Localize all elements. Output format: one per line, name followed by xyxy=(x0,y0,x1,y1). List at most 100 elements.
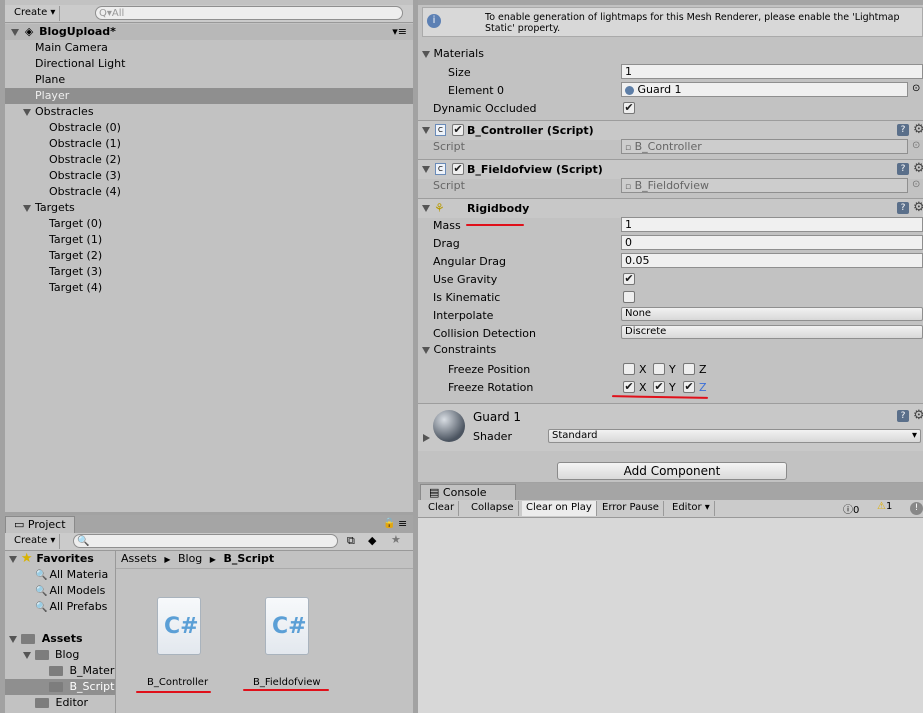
hierarchy-search-input[interactable]: Q▾All xyxy=(95,6,403,20)
console-error-pause-button[interactable]: Error Pause xyxy=(598,501,664,516)
element-0-field[interactable]: Guard 1 xyxy=(621,82,908,97)
is-kinematic-checkbox[interactable] xyxy=(623,291,635,303)
materials-foldout[interactable]: Materials xyxy=(422,46,484,62)
hierarchy-item[interactable]: Obstracle (0) xyxy=(5,120,413,136)
favorite-item[interactable]: 🔍 All Models xyxy=(35,583,105,599)
hierarchy-item[interactable]: Target (3) xyxy=(5,264,413,280)
freeze-position-x-checkbox[interactable] xyxy=(623,363,635,375)
tree-item-blog[interactable]: Blog xyxy=(23,647,79,663)
folder-icon xyxy=(49,666,63,676)
tree-item-b-script[interactable]: B_Script xyxy=(5,679,115,695)
info-filter-toggle[interactable]: ⓘ0 xyxy=(843,501,859,516)
hierarchy-item[interactable]: Obstracles xyxy=(5,104,413,120)
console-collapse-button[interactable]: Collapse xyxy=(467,501,519,516)
breadcrumb-assets[interactable]: Assets xyxy=(121,552,157,565)
help-icon[interactable]: ? xyxy=(897,202,909,214)
hierarchy-item[interactable]: Directional Light xyxy=(5,56,413,72)
breadcrumb-b-script[interactable]: B_Script xyxy=(223,552,274,565)
breadcrumb-blog[interactable]: Blog xyxy=(178,552,202,565)
tab-project[interactable]: ▭ Project xyxy=(5,516,75,533)
mass-field[interactable]: 1 xyxy=(621,217,923,232)
interpolate-dropdown[interactable]: None xyxy=(621,307,923,321)
hierarchy-item[interactable]: Obstracle (2) xyxy=(5,152,413,168)
breadcrumb: Assets ▶ Blog ▶ B_Script xyxy=(121,551,274,567)
freeze-position-z-label: Z xyxy=(699,363,707,376)
warning-filter-toggle[interactable]: ⚠1 xyxy=(877,501,892,512)
file-b-controller[interactable]: C# B_Controller xyxy=(145,597,215,688)
chevron-down-icon[interactable] xyxy=(23,108,31,116)
tree-item-b-materials[interactable]: B_Mater xyxy=(49,663,114,679)
panel-menu-icon[interactable]: ≡ xyxy=(398,517,407,530)
hierarchy-item[interactable]: Player xyxy=(5,88,413,104)
help-icon[interactable]: ? xyxy=(897,124,909,136)
use-gravity-checkbox[interactable]: ✔ xyxy=(623,273,635,285)
console-icon: ▤ xyxy=(429,486,440,499)
gear-icon[interactable]: ⚙ xyxy=(913,161,923,176)
gear-icon[interactable]: ⚙ xyxy=(913,200,923,215)
favorite-item[interactable]: 🔍 All Materia xyxy=(35,567,108,583)
constraints-foldout[interactable]: Constraints xyxy=(422,342,496,358)
console-log-area[interactable] xyxy=(418,518,923,713)
chevron-down-icon xyxy=(422,127,430,134)
b-fieldofview-enabled-checkbox[interactable]: ✔ xyxy=(452,163,464,175)
menu-icon[interactable]: ▾≡ xyxy=(392,24,407,40)
chevron-down-icon xyxy=(9,635,17,643)
favorites-item[interactable]: ★ Favorites xyxy=(9,551,94,567)
gear-icon[interactable]: ⚙ xyxy=(913,122,923,137)
lock-icon[interactable]: 🔒 xyxy=(383,518,395,529)
angular-drag-field[interactable]: 0.05 xyxy=(621,253,923,268)
scene-root[interactable]: ◈ BlogUpload* ▾≡ xyxy=(5,24,413,40)
freeze-rotation-x-checkbox[interactable]: ✔ xyxy=(623,381,635,393)
drag-field[interactable]: 0 xyxy=(621,235,923,250)
object-picker-icon[interactable]: ⊙ xyxy=(912,83,920,94)
breadcrumb-separator-icon: ▶ xyxy=(164,555,171,564)
hierarchy-item[interactable]: Target (0) xyxy=(5,216,413,232)
hierarchy-item[interactable]: Obstracle (4) xyxy=(5,184,413,200)
error-filter-toggle[interactable]: ! xyxy=(910,500,923,515)
hierarchy-item[interactable]: Targets xyxy=(5,200,413,216)
gear-icon[interactable]: ⚙ xyxy=(913,408,923,423)
hierarchy-item[interactable]: Target (1) xyxy=(5,232,413,248)
help-icon[interactable]: ? xyxy=(897,163,909,175)
collision-detection-dropdown[interactable]: Discrete xyxy=(621,325,923,339)
project-divider[interactable] xyxy=(115,551,116,713)
help-icon[interactable]: ? xyxy=(897,410,909,422)
freeze-rotation-z-checkbox[interactable]: ✔ xyxy=(683,381,695,393)
hierarchy-item[interactable]: Plane xyxy=(5,72,413,88)
hierarchy-item[interactable]: Target (2) xyxy=(5,248,413,264)
hierarchy-item[interactable]: Main Camera xyxy=(5,40,413,56)
chevron-down-icon[interactable] xyxy=(23,204,31,212)
console-clear-on-play-button[interactable]: Clear on Play xyxy=(522,501,597,516)
rigidbody-header[interactable]: ⚘ Rigidbody ? ⚙ xyxy=(418,198,923,218)
file-b-fieldofview[interactable]: C# B_Fieldofview xyxy=(253,597,333,688)
hierarchy-create-button[interactable]: Create ▾ xyxy=(10,6,61,21)
filter-type-icon[interactable]: ⧉ xyxy=(347,534,355,548)
filter-label-icon[interactable]: ◆ xyxy=(368,534,376,547)
chevron-right-icon[interactable] xyxy=(423,434,430,442)
tab-console[interactable]: ▤ Console xyxy=(420,484,516,501)
shader-dropdown[interactable]: Standard ▾ xyxy=(548,429,921,443)
project-search-input[interactable]: 🔍 xyxy=(73,534,338,548)
dynamic-occluded-checkbox[interactable]: ✔ xyxy=(623,102,635,114)
console-editor-dropdown[interactable]: Editor ▾ xyxy=(668,501,715,516)
script-file-icon: ▫ xyxy=(625,143,632,153)
tree-item-editor[interactable]: Editor xyxy=(35,695,88,711)
b-controller-header[interactable]: C ✔ B_Controller (Script) ? ⚙ xyxy=(418,120,923,140)
freeze-position-y-checkbox[interactable] xyxy=(653,363,665,375)
b-controller-enabled-checkbox[interactable]: ✔ xyxy=(452,124,464,136)
project-create-button[interactable]: Create ▾ xyxy=(10,534,61,549)
folder-icon: ▭ xyxy=(14,518,25,531)
freeze-rotation-y-checkbox[interactable]: ✔ xyxy=(653,381,665,393)
assets-item[interactable]: Assets xyxy=(9,631,83,647)
freeze-position-z-checkbox[interactable] xyxy=(683,363,695,375)
add-component-button[interactable]: Add Component xyxy=(557,462,787,480)
favorite-star-icon[interactable]: ★ xyxy=(391,533,401,546)
b-fieldofview-header[interactable]: C ✔ B_Fieldofview (Script) ? ⚙ xyxy=(418,159,923,179)
hierarchy-item[interactable]: Obstracle (1) xyxy=(5,136,413,152)
hierarchy-item[interactable]: Target (4) xyxy=(5,280,413,296)
favorite-item[interactable]: 🔍 All Prefabs xyxy=(35,599,107,615)
console-clear-button[interactable]: Clear xyxy=(424,501,460,516)
hierarchy-item[interactable]: Obstracle (3) xyxy=(5,168,413,184)
warning-icon: ⚠ xyxy=(877,501,886,512)
size-field[interactable]: 1 xyxy=(621,64,923,79)
